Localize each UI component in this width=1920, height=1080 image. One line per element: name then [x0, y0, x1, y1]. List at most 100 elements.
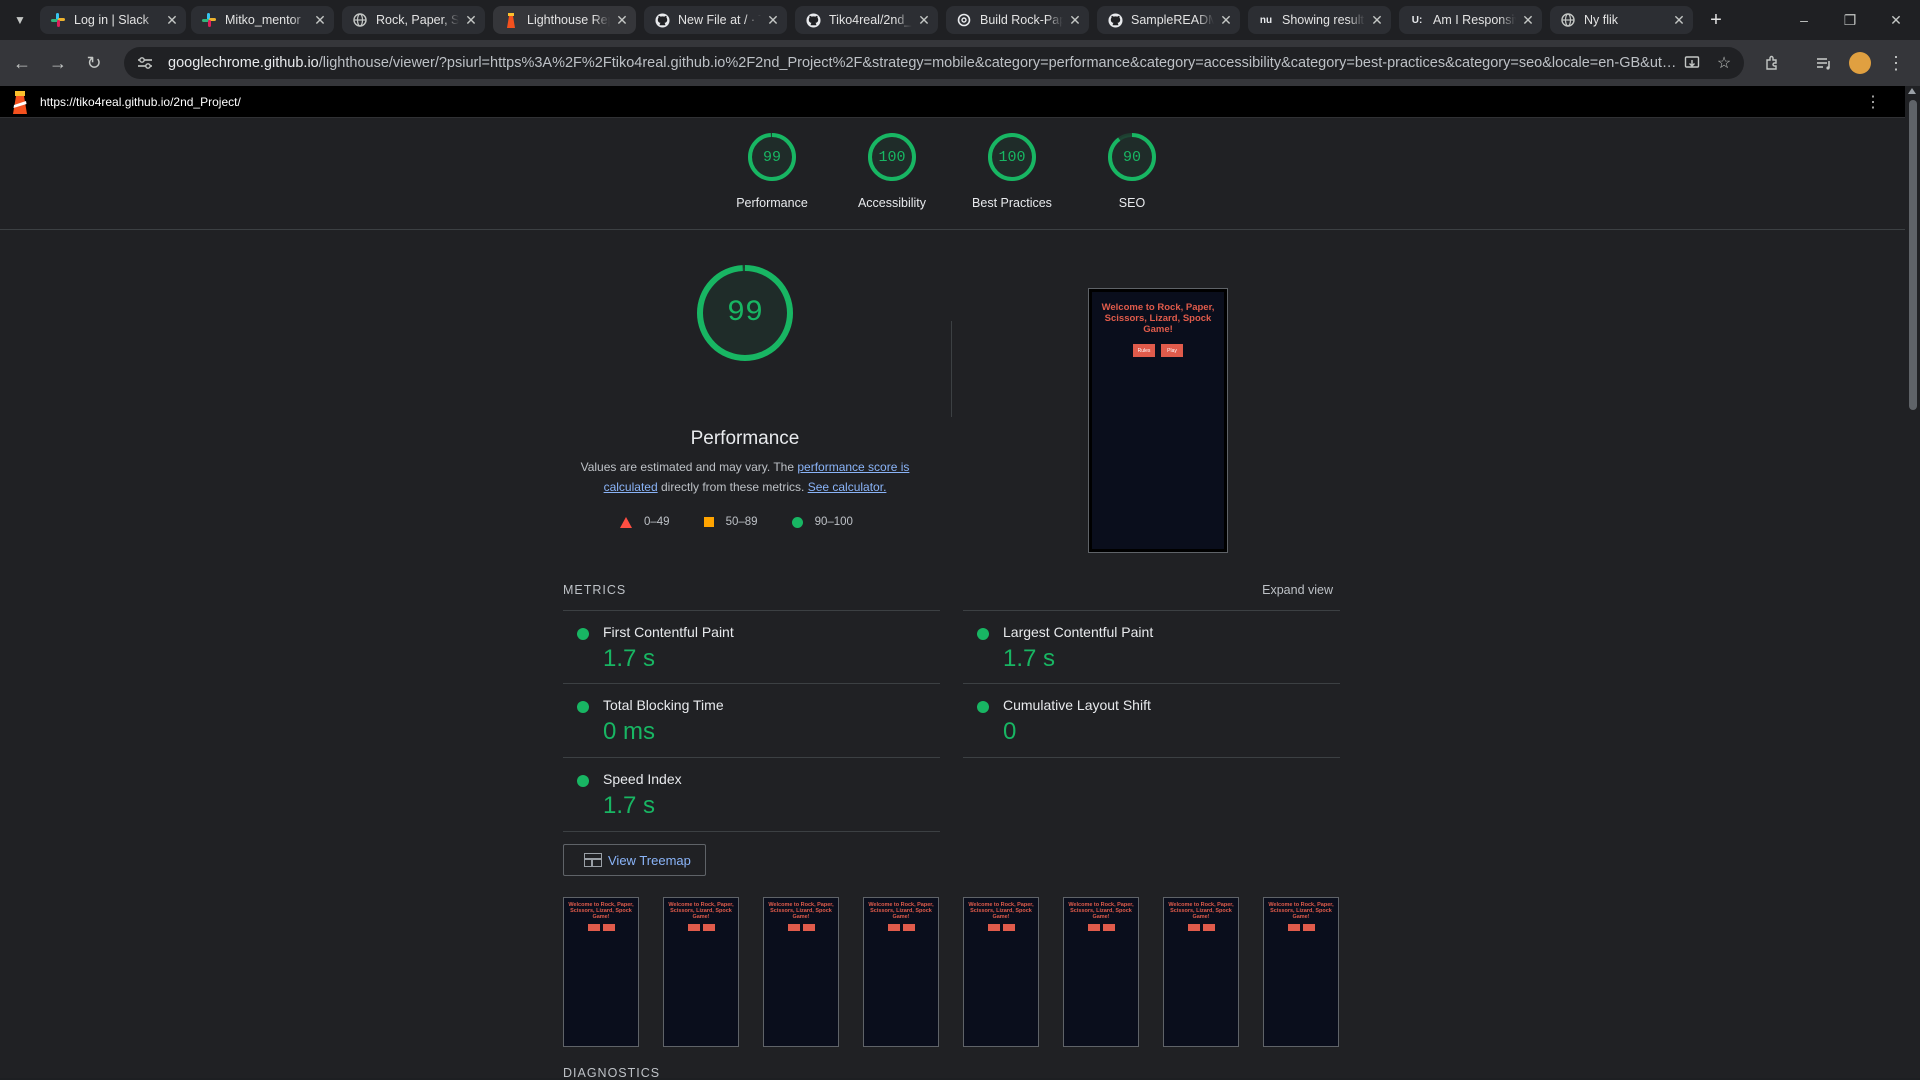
- scrollbar-thumb[interactable]: [1909, 100, 1917, 410]
- tab-github-repo[interactable]: Tiko4real/2nd_ ✕: [795, 6, 938, 34]
- tab-lighthouse-report[interactable]: Lighthouse Rep ✕: [493, 6, 636, 34]
- summary-gauge-accessibility[interactable]: 100 Accessibility: [837, 132, 947, 210]
- filmstrip-frame: Welcome to Rock, Paper, Scissors, Lizard…: [963, 897, 1039, 1047]
- performance-title: Performance: [690, 428, 800, 449]
- bookmark-star-icon[interactable]: ☆: [1712, 51, 1736, 75]
- close-icon[interactable]: ✕: [1067, 12, 1083, 28]
- filmstrip-frame: Welcome to Rock, Paper, Scissors, Lizard…: [663, 897, 739, 1047]
- forward-icon[interactable]: →: [46, 51, 70, 75]
- new-tab-button[interactable]: +: [1704, 8, 1728, 32]
- site-info-icon[interactable]: [136, 54, 154, 72]
- summary-gauge-seo[interactable]: 90 SEO: [1077, 132, 1187, 210]
- filmstrip-frame: Welcome to Rock, Paper, Scissors, Lizard…: [1063, 897, 1139, 1047]
- report-menu-icon[interactable]: ⋮: [1865, 92, 1881, 112]
- treemap-icon: [584, 853, 602, 867]
- metric-value: 0: [1003, 718, 1017, 745]
- close-icon[interactable]: ✕: [312, 12, 328, 28]
- tab-mitko-mentor[interactable]: Mitko_mentor ✕: [191, 6, 334, 34]
- tab-sample-readme[interactable]: SampleREADM ✕: [1097, 6, 1240, 34]
- close-icon[interactable]: ✕: [765, 12, 781, 28]
- address-bar[interactable]: googlechrome.github.io/lighthouse/viewer…: [124, 47, 1744, 79]
- reload-icon[interactable]: ↻: [82, 51, 106, 75]
- tab-rock-paper[interactable]: Rock, Paper, Sc ✕: [342, 6, 485, 34]
- lighthouse-logo-icon: [13, 90, 27, 114]
- page-scrollbar[interactable]: [1905, 86, 1920, 1078]
- view-treemap-button[interactable]: View Treemap: [563, 844, 706, 876]
- filmstrip-frame: Welcome to Rock, Paper, Scissors, Lizard…: [863, 897, 939, 1047]
- tab-search-button[interactable]: ▼: [8, 8, 32, 32]
- tab-title: Ny flik: [1584, 13, 1619, 27]
- tab-strip: ▼ Log in | Slack ✕ Mitko_mentor ✕ Rock, …: [0, 0, 1920, 40]
- see-calculator-link[interactable]: See calculator.: [808, 480, 887, 494]
- gauge-score: 100: [878, 148, 906, 166]
- close-icon[interactable]: ✕: [1218, 12, 1234, 28]
- pass-circle-icon: [977, 628, 989, 640]
- url-text[interactable]: googlechrome.github.io/lighthouse/viewer…: [168, 55, 1683, 71]
- minimize-icon[interactable]: –: [1792, 8, 1816, 32]
- close-icon[interactable]: ✕: [1671, 12, 1687, 28]
- tab-title: Log in | Slack: [74, 13, 149, 27]
- pass-circle-icon: [577, 701, 589, 713]
- treemap-label: View Treemap: [608, 852, 691, 868]
- close-icon[interactable]: ✕: [164, 12, 180, 28]
- final-screenshot[interactable]: Welcome to Rock, Paper, Scissors, Lizard…: [1088, 288, 1228, 553]
- pass-circle-icon: [577, 628, 589, 640]
- gauge-label: SEO: [1118, 196, 1146, 210]
- filmstrip-frame: Welcome to Rock, Paper, Scissors, Lizard…: [563, 897, 639, 1047]
- summary-gauge-performance[interactable]: 99 Performance: [717, 132, 827, 210]
- filmstrip-frame: Welcome to Rock, Paper, Scissors, Lizard…: [763, 897, 839, 1047]
- performance-description: Values are estimated and may vary. The p…: [580, 460, 910, 494]
- lighthouse-topbar: https://tiko4real.github.io/2nd_Project/…: [0, 86, 1905, 118]
- tab-github-new-file[interactable]: New File at / · T ✕: [644, 6, 787, 34]
- expand-view-toggle[interactable]: Expand view: [1262, 583, 1333, 597]
- filmstrip: Welcome to Rock, Paper, Scissors, Lizard…: [563, 897, 1339, 1047]
- media-controls-icon[interactable]: [1812, 51, 1836, 75]
- metric-value: 1.7 s: [1003, 645, 1056, 672]
- nu-icon: nu: [1259, 14, 1273, 26]
- extensions-icon[interactable]: [1760, 51, 1784, 75]
- profile-avatar[interactable]: [1848, 51, 1872, 75]
- back-icon[interactable]: ←: [10, 51, 34, 75]
- browser-toolbar: ← → ↻ googlechrome.github.io/lighthouse/…: [0, 40, 1920, 86]
- chrome-menu-icon[interactable]: ⋮: [1884, 51, 1908, 75]
- tab-title: SampleREADM: [1131, 13, 1214, 27]
- close-window-icon[interactable]: ✕: [1884, 8, 1908, 32]
- close-icon[interactable]: ✕: [1520, 12, 1536, 28]
- metric-total-blocking-time: Total Blocking Time 0 ms: [563, 684, 940, 758]
- tab-title: Mitko_mentor: [225, 13, 301, 27]
- restore-icon[interactable]: ❐: [1838, 8, 1862, 32]
- metric-value: 1.7 s: [603, 792, 656, 819]
- tab-slack-login[interactable]: Log in | Slack ✕: [40, 6, 186, 34]
- scroll-up-arrow-icon[interactable]: [1908, 88, 1916, 94]
- lighthouse-icon: [503, 12, 519, 28]
- filmstrip-frame: Welcome to Rock, Paper, Scissors, Lizard…: [1163, 897, 1239, 1047]
- close-icon[interactable]: ✕: [614, 12, 630, 28]
- gauge-label: Accessibility: [857, 196, 927, 210]
- slack-icon: [50, 12, 66, 28]
- report-url[interactable]: https://tiko4real.github.io/2nd_Project/: [40, 95, 241, 109]
- metrics-label: METRICS: [563, 583, 627, 597]
- tab-showing-results[interactable]: nu Showing result ✕: [1248, 6, 1391, 34]
- close-icon[interactable]: ✕: [1369, 12, 1385, 28]
- tab-am-i-responsive[interactable]: U: Am I Responsiv ✕: [1399, 6, 1542, 34]
- summary-gauge-best-practices[interactable]: 100 Best Practices: [957, 132, 1067, 210]
- pass-circle-icon: [577, 775, 589, 787]
- tab-new-tab[interactable]: Ny flik ✕: [1550, 6, 1693, 34]
- metric-first-contentful-paint: First Contentful Paint 1.7 s: [563, 610, 940, 684]
- github-icon: [654, 12, 670, 28]
- pass-circle-icon: [791, 516, 803, 528]
- report-content: 99 Performance 100 Accessibility 100 Bes…: [0, 118, 1905, 1080]
- close-icon[interactable]: ✕: [916, 12, 932, 28]
- openai-icon: [956, 12, 972, 28]
- tab-title: New File at / · T: [678, 13, 761, 27]
- tab-chatgpt-build[interactable]: Build Rock-Pap ✕: [946, 6, 1089, 34]
- metric-cumulative-layout-shift: Cumulative Layout Shift 0: [963, 684, 1340, 758]
- tab-title: Showing result: [1282, 13, 1364, 27]
- metric-name: First Contentful Paint: [603, 624, 734, 640]
- install-app-icon[interactable]: [1680, 51, 1704, 75]
- close-icon[interactable]: ✕: [463, 12, 479, 28]
- tab-title: Build Rock-Pap: [980, 13, 1063, 27]
- gauge-label: Best Practices: [972, 196, 1052, 210]
- tab-title: Tiko4real/2nd_: [829, 13, 912, 27]
- tab-title: Lighthouse Rep: [527, 13, 610, 27]
